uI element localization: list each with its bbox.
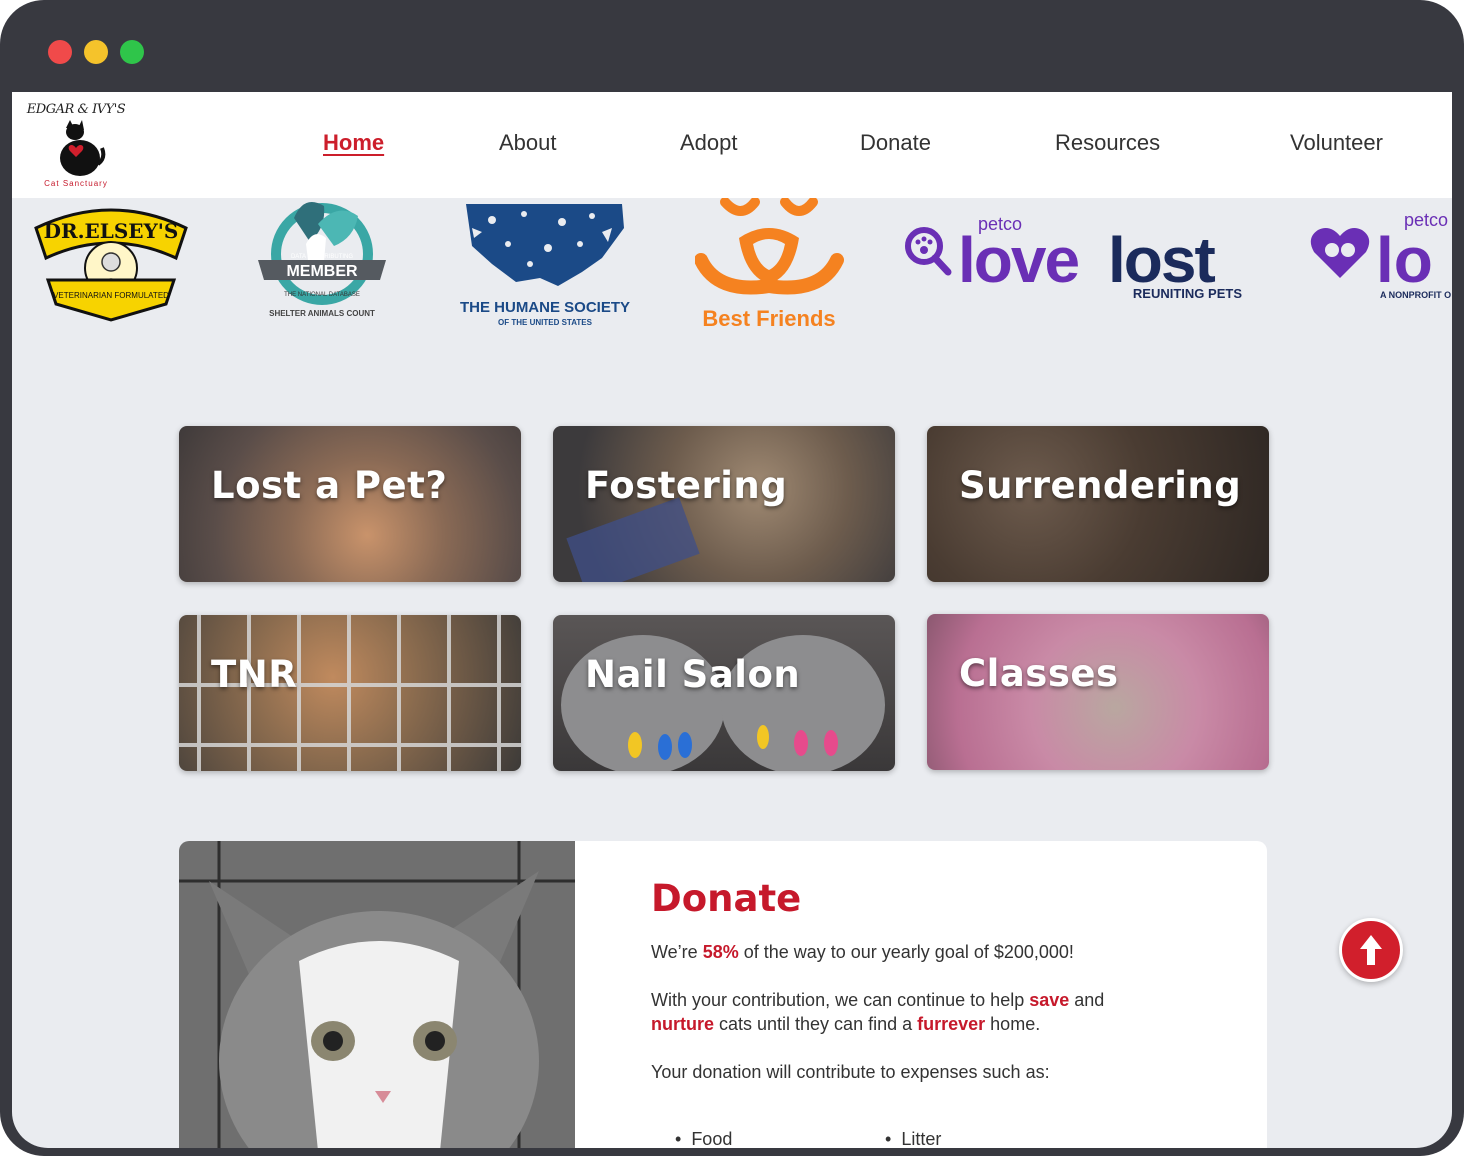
tile-label: Classes	[959, 652, 1119, 695]
donate-card: Donate We’re 58% of the way to our yearl…	[179, 841, 1267, 1148]
shelter-animals-count-logo[interactable]: DATA CONTRIBUTING MEMBER THE NATIONAL DA…	[254, 198, 394, 330]
humane-society-logo[interactable]: THE HUMANE SOCIETY OF THE UNITED STATES	[452, 198, 638, 330]
back-to-top-button[interactable]	[1339, 918, 1403, 982]
lovelost-tag: REUNITING PETS	[1133, 286, 1242, 301]
partner-logo-strip: DR.ELSEY'S VETERINARIAN FORMULATED DATA …	[12, 198, 1452, 348]
main-nav: Home About Adopt Donate Resources Volunt…	[12, 130, 1452, 160]
donate-p2-a: With your contribution, we can continue …	[651, 990, 1030, 1010]
nav-about[interactable]: About	[499, 130, 557, 156]
expense-item-litter: • Litter	[885, 1129, 942, 1148]
kitten-photo	[179, 841, 575, 1148]
expense-item-food: • Food	[675, 1129, 733, 1148]
petco-love-logo[interactable]: petco lo A NONPROFIT O	[1308, 210, 1452, 304]
nav-volunteer[interactable]: Volunteer	[1290, 130, 1383, 156]
sac-member: MEMBER	[286, 263, 358, 280]
hsus-line2: OF THE UNITED STATES	[498, 318, 593, 327]
tile-lost-a-pet[interactable]: Lost a Pet?	[179, 426, 521, 582]
tile-fostering-toy	[566, 497, 700, 582]
tile-surrendering[interactable]: Surrendering	[927, 426, 1269, 582]
donate-title: Donate	[651, 877, 802, 920]
tile-fostering[interactable]: Fostering	[553, 426, 895, 582]
donate-p1-post: of the way to our yearly goal of $200,00…	[738, 942, 1074, 962]
drelseys-tagline: VETERINARIAN FORMULATED	[53, 291, 169, 300]
nav-resources[interactable]: Resources	[1055, 130, 1160, 156]
donate-p1-pre: We’re	[651, 942, 703, 962]
arrow-up-icon	[1360, 935, 1382, 965]
browser-frame: EDGAR & IVY'S Cat Sanctuary Home About A…	[0, 0, 1464, 1156]
tile-nail-salon[interactable]: Nail Salon	[553, 615, 895, 771]
tile-label: Nail Salon	[585, 653, 801, 696]
drelseys-logo[interactable]: DR.ELSEY'S VETERINARIAN FORMULATED	[26, 198, 196, 322]
donate-progress-text: We’re 58% of the way to our yearly goal …	[651, 940, 1211, 964]
tile-label: Surrendering	[959, 464, 1242, 507]
maximize-window-button[interactable]	[120, 40, 144, 64]
page-viewport: EDGAR & IVY'S Cat Sanctuary Home About A…	[12, 92, 1452, 1148]
hsus-line1: THE HUMANE SOCIETY	[460, 299, 630, 316]
sac-ring2: SHELTER ANIMALS COUNT	[269, 309, 375, 318]
petcolove-tag: A NONPROFIT O	[1380, 290, 1451, 300]
donate-furrever: furrever	[917, 1014, 986, 1034]
expense-label: Litter	[901, 1129, 942, 1148]
tile-classes[interactable]: Classes	[927, 614, 1269, 770]
window-controls	[48, 40, 144, 64]
petco-love-lost-logo[interactable]: petco love lost REUNITING PETS	[902, 208, 1262, 302]
donate-content: Donate We’re 58% of the way to our yearl…	[651, 877, 1211, 1148]
logo-subtitle: Cat Sanctuary	[44, 179, 108, 188]
close-window-button[interactable]	[48, 40, 72, 64]
kitten-illustration	[179, 841, 575, 1148]
sac-top: DATA CONTRIBUTING	[291, 254, 353, 260]
donate-nurture: nurture	[651, 1014, 714, 1034]
donate-p2-d: home.	[985, 1014, 1041, 1034]
donate-p2-b: and	[1069, 990, 1105, 1010]
sac-ring1: THE NATIONAL DATABASE	[284, 292, 360, 298]
donate-expenses-intro: Your donation will contribute to expense…	[651, 1062, 1050, 1082]
donate-percent: 58%	[702, 942, 739, 962]
drelseys-name: DR.ELSEY'S	[44, 219, 179, 243]
nav-donate[interactable]: Donate	[860, 130, 931, 156]
lovelost-love: love	[958, 224, 1078, 296]
tile-tnr[interactable]: TNR	[179, 615, 521, 771]
expense-label: Food	[691, 1129, 733, 1148]
tile-label: TNR	[211, 653, 298, 696]
logo-wordmark: EDGAR & IVY'S	[26, 102, 126, 117]
minimize-window-button[interactable]	[84, 40, 108, 64]
site-header: EDGAR & IVY'S Cat Sanctuary Home About A…	[12, 92, 1452, 198]
bestfriends-name: Best Friends	[702, 306, 835, 331]
nav-adopt[interactable]: Adopt	[680, 130, 738, 156]
donate-save: save	[1029, 990, 1070, 1010]
tile-label: Fostering	[585, 464, 788, 507]
donate-contribution-text: With your contribution, we can continue …	[651, 988, 1211, 1036]
petcolove-lo: lo	[1376, 224, 1433, 296]
donate-p2-c: cats until they can find a	[714, 1014, 918, 1034]
tile-label: Lost a Pet?	[211, 464, 448, 507]
nav-home[interactable]: Home	[323, 130, 384, 156]
best-friends-logo[interactable]: Best Friends	[695, 198, 845, 332]
